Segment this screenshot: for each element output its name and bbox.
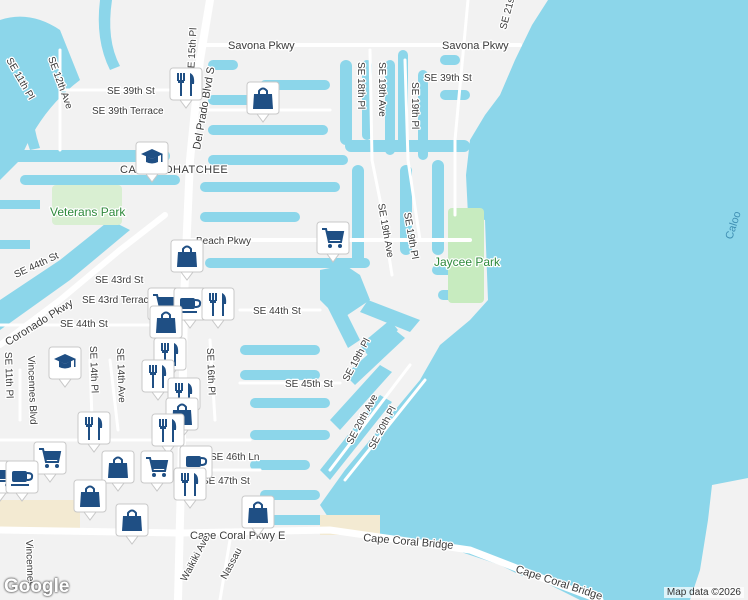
map-attribution[interactable]: Map data ©2026 bbox=[663, 587, 744, 598]
street-label: Savona Pkwy bbox=[228, 40, 295, 52]
street-label: SE 43rd Terrace bbox=[82, 295, 155, 306]
beach-area bbox=[0, 500, 80, 530]
street-label: SE 43rd St bbox=[95, 275, 144, 286]
street-label: SE 16th Pl bbox=[204, 348, 217, 396]
street-label: SE 19th Ave bbox=[376, 62, 387, 117]
street-label: SE 39th Terrace bbox=[92, 106, 164, 117]
street-label: Savona Pkwy bbox=[442, 40, 509, 52]
street-label: SE 39th St bbox=[424, 73, 472, 84]
street-label: Beach Pkwy bbox=[196, 236, 251, 247]
street-label: SE 18th Pl bbox=[355, 62, 366, 109]
jaycee-park-label: Jaycee Park bbox=[434, 255, 501, 269]
street-label: SE 14th Pl bbox=[87, 346, 100, 394]
street-label: SE 39th St bbox=[107, 86, 155, 97]
street-label: SE 44th St bbox=[60, 319, 108, 330]
google-logo: Google bbox=[4, 576, 70, 597]
veterans-park-label: Veterans Park bbox=[50, 205, 126, 219]
street-label: SE 14th Ave bbox=[114, 348, 127, 404]
street-label: SE 19th Pl bbox=[409, 82, 420, 129]
street-label: SE 11th Pl bbox=[2, 352, 15, 399]
street-label: SE 46th Ln bbox=[210, 452, 259, 463]
map-canvas[interactable]: SE 21st Savona Pkwy Savona Pkwy SE 15th … bbox=[0, 0, 748, 600]
street-label: SE 45th St bbox=[285, 379, 333, 390]
street-label: SE 44th St bbox=[253, 306, 301, 317]
